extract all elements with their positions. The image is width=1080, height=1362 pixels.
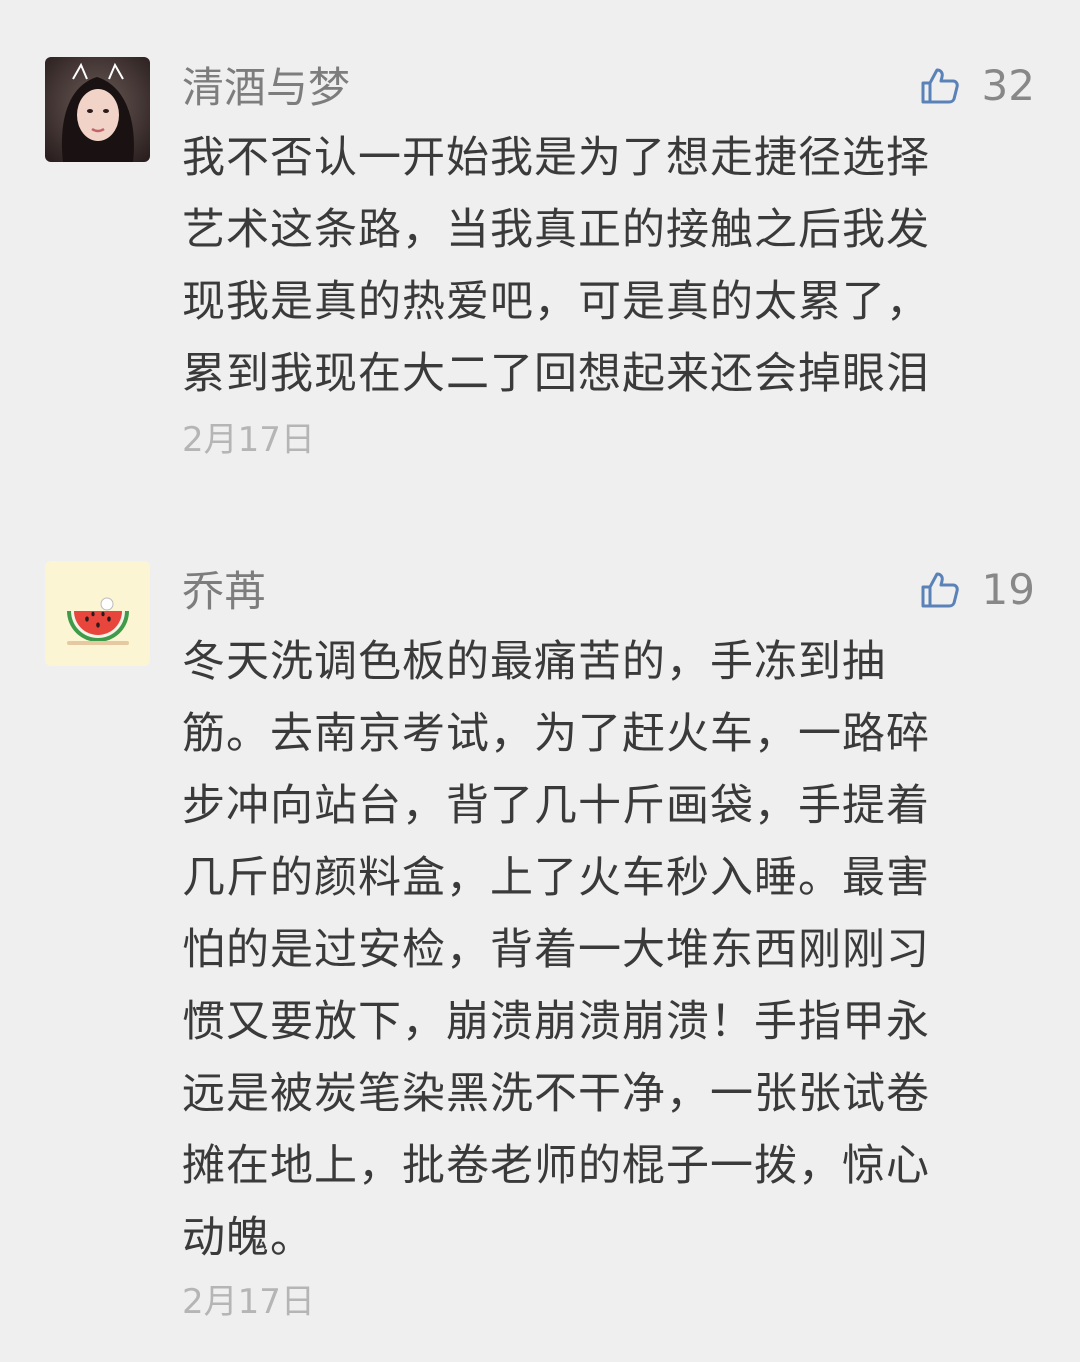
like-count: 32 [981, 61, 1035, 110]
comment-line: 远是被炭笔染黑洗不干净，一张张试卷 [182, 1069, 930, 1119]
avatar[interactable] [45, 561, 150, 666]
comment-date: 2月17日 [182, 420, 315, 460]
avatar[interactable] [45, 57, 150, 162]
comment-line: 几斤的颜料盒，上了火车秒入睡。最害 [182, 853, 930, 903]
comment-line: 艺术这条路，当我真正的接触之后我发 [182, 205, 930, 255]
comment-line: 现我是真的热爱吧，可是真的太累了， [182, 277, 930, 327]
comment-line: 步冲向站台，背了几十斤画袋，手提着 [182, 781, 930, 831]
comment-author[interactable]: 清酒与梦 [182, 58, 350, 118]
comment-line: 动魄。 [182, 1213, 314, 1263]
comment-line: 惯又要放下，崩溃崩溃崩溃！手指甲永 [182, 997, 930, 1047]
comment-line: 筋。去南京考试，为了赶火车，一路碎 [182, 709, 930, 759]
thumbs-up-icon [921, 572, 959, 608]
like-count: 19 [981, 565, 1035, 614]
comment-date: 2月17日 [182, 1282, 315, 1322]
thumbs-up-icon [921, 68, 959, 104]
comment-line: 我不否认一开始我是为了想走捷径选择 [182, 133, 930, 183]
comment-author[interactable]: 乔苒 [182, 562, 266, 622]
comment-line: 累到我现在大二了回想起来还会掉眼泪 [182, 349, 930, 399]
like-button[interactable]: 19 [920, 560, 1035, 620]
comment-line: 冬天洗调色板的最痛苦的，手冻到抽 [182, 637, 886, 687]
comment-text: 我不否认一开始我是为了想走捷径选择 艺术这条路，当我真正的接触之后我发 现我是真… [182, 122, 1002, 410]
comment-item: 乔苒 19 冬天洗调色板的最痛苦的，手冻到抽 筋。去南京考试，为了赶火车，一路碎… [0, 500, 1080, 1362]
comment-line: 摊在地上，批卷老师的棍子一拨，惊心 [182, 1141, 930, 1191]
comment-item: 清酒与梦 32 我不否认一开始我是为了想走捷径选择 艺术这条路，当我真正的接触之… [0, 0, 1080, 500]
comment-text: 冬天洗调色板的最痛苦的，手冻到抽 筋。去南京考试，为了赶火车，一路碎 步冲向站台… [182, 626, 1002, 1274]
comment-line: 怕的是过安检，背着一大堆东西刚刚习 [182, 925, 930, 975]
like-button[interactable]: 32 [920, 56, 1035, 116]
